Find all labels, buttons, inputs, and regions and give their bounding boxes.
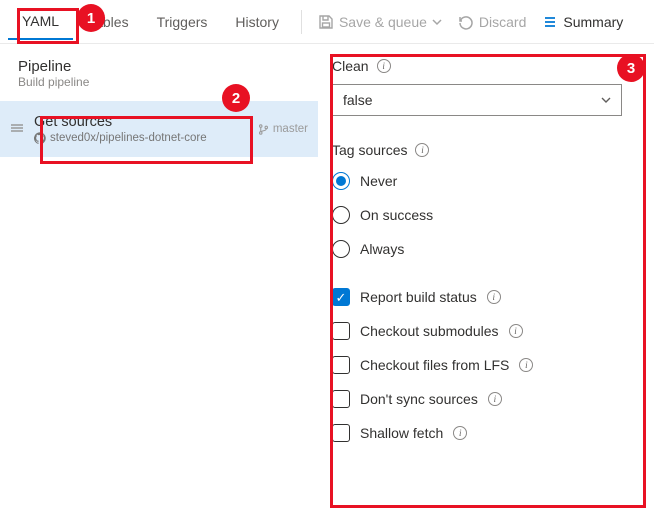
- check-report-build-status[interactable]: ✓ Report build status i: [332, 288, 638, 306]
- check-report-label: Report build status: [360, 289, 477, 305]
- discard-button[interactable]: Discard: [450, 8, 534, 36]
- discard-label: Discard: [479, 14, 526, 30]
- summary-button[interactable]: Summary: [534, 8, 631, 36]
- pipeline-title: Pipeline: [18, 58, 302, 75]
- undo-icon: [458, 14, 474, 30]
- check-shallow-fetch[interactable]: Shallow fetch i: [332, 424, 638, 442]
- check-submodules[interactable]: Checkout submodules i: [332, 322, 638, 340]
- save-icon: [318, 14, 334, 30]
- annotation-callout-3: 3: [617, 54, 645, 82]
- radio-always-label: Always: [360, 241, 404, 257]
- info-icon[interactable]: i: [453, 426, 467, 440]
- get-sources-repo: steved0x/pipelines-dotnet-core: [50, 132, 207, 144]
- save-and-queue-button[interactable]: Save & queue: [310, 8, 450, 36]
- info-icon[interactable]: i: [509, 324, 523, 338]
- radio-always[interactable]: Always: [332, 240, 638, 258]
- check-no-sync-label: Don't sync sources: [360, 391, 478, 407]
- check-no-sync[interactable]: Don't sync sources i: [332, 390, 638, 408]
- checkbox-group: ✓ Report build status i Checkout submodu…: [332, 288, 638, 442]
- clean-dropdown[interactable]: false: [332, 84, 622, 116]
- get-sources-title: Get sources: [34, 114, 258, 130]
- clean-value: false: [343, 92, 373, 108]
- radio-never[interactable]: Never: [332, 172, 638, 190]
- chevron-down-icon: [601, 95, 611, 105]
- radio-on-success-label: On success: [360, 207, 433, 223]
- check-shallow-label: Shallow fetch: [360, 425, 443, 441]
- pipeline-subtitle: Build pipeline: [18, 75, 302, 89]
- info-icon[interactable]: i: [488, 392, 502, 406]
- summary-label: Summary: [563, 14, 623, 30]
- info-icon[interactable]: i: [415, 143, 429, 157]
- github-icon: [34, 132, 46, 144]
- tab-yaml[interactable]: YAML: [8, 3, 73, 40]
- drag-handle-icon[interactable]: [6, 121, 28, 138]
- tab-history[interactable]: History: [221, 4, 293, 39]
- check-lfs-label: Checkout files from LFS: [360, 357, 509, 373]
- list-icon: [542, 14, 558, 30]
- info-icon[interactable]: i: [519, 358, 533, 372]
- toolbar-divider: [301, 10, 302, 34]
- tag-sources-radio-group: Never On success Always: [332, 172, 638, 258]
- left-pane: Pipeline Build pipeline Get sources stev…: [0, 44, 318, 512]
- check-submodules-label: Checkout submodules: [360, 323, 499, 339]
- save-and-queue-label: Save & queue: [339, 14, 427, 30]
- chevron-down-icon: [432, 17, 442, 27]
- branch-icon: [258, 124, 269, 135]
- radio-never-label: Never: [360, 173, 397, 189]
- info-icon[interactable]: i: [487, 290, 501, 304]
- right-pane: Clean i false Tag sources i Never On suc…: [318, 44, 654, 512]
- clean-label: Clean: [332, 58, 369, 74]
- check-lfs[interactable]: Checkout files from LFS i: [332, 356, 638, 374]
- get-sources-row[interactable]: Get sources steved0x/pipelines-dotnet-co…: [0, 101, 318, 157]
- tag-sources-label: Tag sources: [332, 142, 407, 158]
- annotation-callout-2: 2: [222, 84, 250, 112]
- tab-triggers[interactable]: Triggers: [143, 4, 222, 39]
- get-sources-branch: master: [273, 123, 308, 135]
- radio-on-success[interactable]: On success: [332, 206, 638, 224]
- annotation-callout-1: 1: [77, 4, 105, 32]
- info-icon[interactable]: i: [377, 59, 391, 73]
